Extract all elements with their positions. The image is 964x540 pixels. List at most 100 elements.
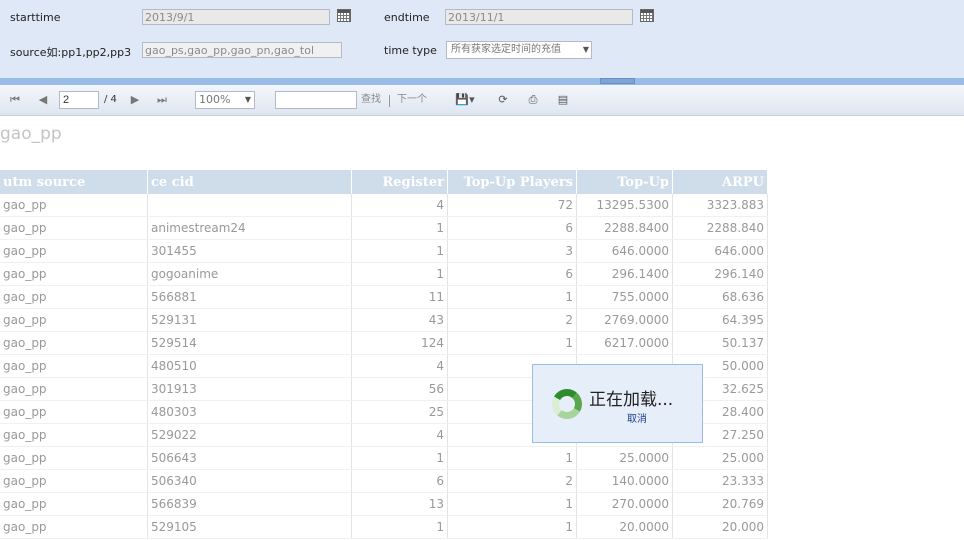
table-cell: 25.0000 — [576, 446, 673, 470]
table-cell: 1 — [351, 446, 448, 470]
table-cell: gao_pp — [0, 239, 148, 263]
table-cell: 6 — [447, 262, 577, 286]
table-cell: 56 — [351, 377, 448, 401]
table-cell: 4 — [351, 423, 448, 447]
table-row: gao_pp animestream24 1 6 2288.8400 2288.840 — [0, 216, 768, 240]
export-icon[interactable]: 💾▾ — [452, 92, 478, 108]
table-cell: 529022 — [147, 423, 352, 447]
print-icon[interactable]: ⎙ — [525, 92, 541, 108]
table-cell: 1 — [447, 515, 577, 539]
chevron-down-icon: ▼ — [582, 45, 589, 54]
table-header-row: utm source ce cid Register Top-Up Player… — [0, 170, 768, 194]
table-cell: 506643 — [147, 446, 352, 470]
table-cell: gao_pp — [0, 377, 148, 401]
report-table: utm source ce cid Register Top-Up Player… — [0, 170, 768, 539]
table-cell: 6 — [447, 216, 577, 240]
table-cell: gao_pp — [0, 331, 148, 355]
loading-dialog: 正在加载... 取消 — [532, 364, 703, 443]
table-cell: animestream24 — [147, 216, 352, 240]
starttime-label: starttime — [10, 11, 61, 24]
table-row: gao_pp 301455 1 3 646.0000 646.000 — [0, 239, 768, 263]
cancel-link[interactable]: 取消 — [627, 410, 647, 425]
table-cell: 646.0000 — [576, 239, 673, 263]
column-header: ce cid — [147, 170, 352, 194]
table-cell: 2288.8400 — [576, 216, 673, 240]
table-cell: 296.140 — [672, 262, 768, 286]
report-toolbar: ⏮ ◀ / 4 ▶ ⏭ 100% ▼ 查找 下一个 💾▾ ⟳ ⎙ ▤ — [0, 85, 964, 116]
table-row: gao_pp 529131 43 2 2769.0000 64.395 — [0, 308, 768, 332]
table-row: gao_pp 506643 1 1 25.0000 25.000 — [0, 446, 768, 470]
table-row: gao_pp 529514 124 1 6217.0000 50.137 — [0, 331, 768, 355]
report-title: gao_pp — [0, 124, 62, 144]
find-next-link[interactable]: 下一个 — [397, 93, 427, 107]
table-cell: 1 — [447, 331, 577, 355]
parameter-panel: starttime 2013/9/1 endtime 2013/11/1 sou… — [0, 0, 964, 78]
calendar-icon[interactable] — [640, 9, 654, 22]
calendar-icon[interactable] — [337, 9, 351, 22]
table-cell: 4 — [351, 354, 448, 378]
table-cell: 755.0000 — [576, 285, 673, 309]
zoom-select[interactable]: 100% ▼ — [195, 91, 255, 109]
table-cell: gao_pp — [0, 354, 148, 378]
find-link[interactable]: 查找 — [361, 93, 381, 107]
table-cell: 2 — [447, 308, 577, 332]
table-row: gao_pp 566881 11 1 755.0000 68.636 — [0, 285, 768, 309]
table-cell: 13 — [351, 492, 448, 516]
last-page-icon[interactable]: ⏭ — [154, 92, 170, 108]
table-cell: gao_pp — [0, 285, 148, 309]
first-page-icon[interactable]: ⏮ — [7, 92, 23, 108]
loading-text: 正在加载... — [589, 390, 674, 410]
table-cell: gao_pp — [0, 423, 148, 447]
table-row: gao_pp 566839 13 1 270.0000 20.769 — [0, 492, 768, 516]
find-input[interactable] — [275, 91, 357, 109]
table-cell: 2 — [447, 469, 577, 493]
table-row: gao_pp 529105 1 1 20.0000 20.000 — [0, 515, 768, 539]
column-header: Top-Up Players — [447, 170, 577, 194]
table-cell: 68.636 — [672, 285, 768, 309]
next-page-icon[interactable]: ▶ — [127, 92, 143, 108]
prev-page-icon[interactable]: ◀ — [35, 92, 51, 108]
starttime-input[interactable]: 2013/9/1 — [142, 9, 330, 25]
table-cell: 529131 — [147, 308, 352, 332]
table-cell: 1 — [447, 446, 577, 470]
table-cell: 1 — [351, 239, 448, 263]
timetype-select[interactable]: 所有获家选定时间的充值 ▼ — [446, 41, 592, 59]
table-cell: 2288.840 — [672, 216, 768, 240]
collapse-handle[interactable] — [600, 78, 635, 84]
table-cell: 25 — [351, 400, 448, 424]
table-cell: 11 — [351, 285, 448, 309]
column-header: Register — [351, 170, 448, 194]
table-cell: gogoanime — [147, 262, 352, 286]
column-header: Top-Up — [576, 170, 673, 194]
table-cell: 1 — [447, 492, 577, 516]
table-row: gao_pp 506340 6 2 140.0000 23.333 — [0, 469, 768, 493]
table-cell: 480510 — [147, 354, 352, 378]
table-cell: gao_pp — [0, 400, 148, 424]
table-cell: 270.0000 — [576, 492, 673, 516]
source-input[interactable]: gao_ps,gao_pp,gao_pn,gao_tol — [142, 42, 342, 58]
table-cell: 23.333 — [672, 469, 768, 493]
timetype-value: 所有获家选定时间的充值 — [451, 44, 561, 55]
table-cell: gao_pp — [0, 262, 148, 286]
table-cell: 140.0000 — [576, 469, 673, 493]
table-cell: 25.000 — [672, 446, 768, 470]
refresh-icon[interactable]: ⟳ — [495, 92, 511, 108]
table-cell: gao_pp — [0, 469, 148, 493]
page-number-input[interactable] — [59, 91, 99, 109]
table-cell: 6217.0000 — [576, 331, 673, 355]
column-header: utm source — [0, 170, 148, 194]
table-cell: 43 — [351, 308, 448, 332]
timetype-label: time type — [384, 44, 437, 57]
panel-splitter[interactable] — [0, 78, 964, 85]
print-layout-icon[interactable]: ▤ — [555, 92, 571, 108]
table-cell: 2769.0000 — [576, 308, 673, 332]
table-cell: gao_pp — [0, 515, 148, 539]
table-cell: 72 — [447, 194, 577, 217]
table-cell: 20.000 — [672, 515, 768, 539]
table-cell: 1 — [447, 285, 577, 309]
loading-spinner-icon — [552, 389, 582, 419]
source-label: source如:pp1,pp2,pp3 — [10, 46, 132, 59]
toolbar-divider — [389, 95, 390, 107]
endtime-input[interactable]: 2013/11/1 — [445, 9, 633, 25]
table-cell: gao_pp — [0, 492, 148, 516]
